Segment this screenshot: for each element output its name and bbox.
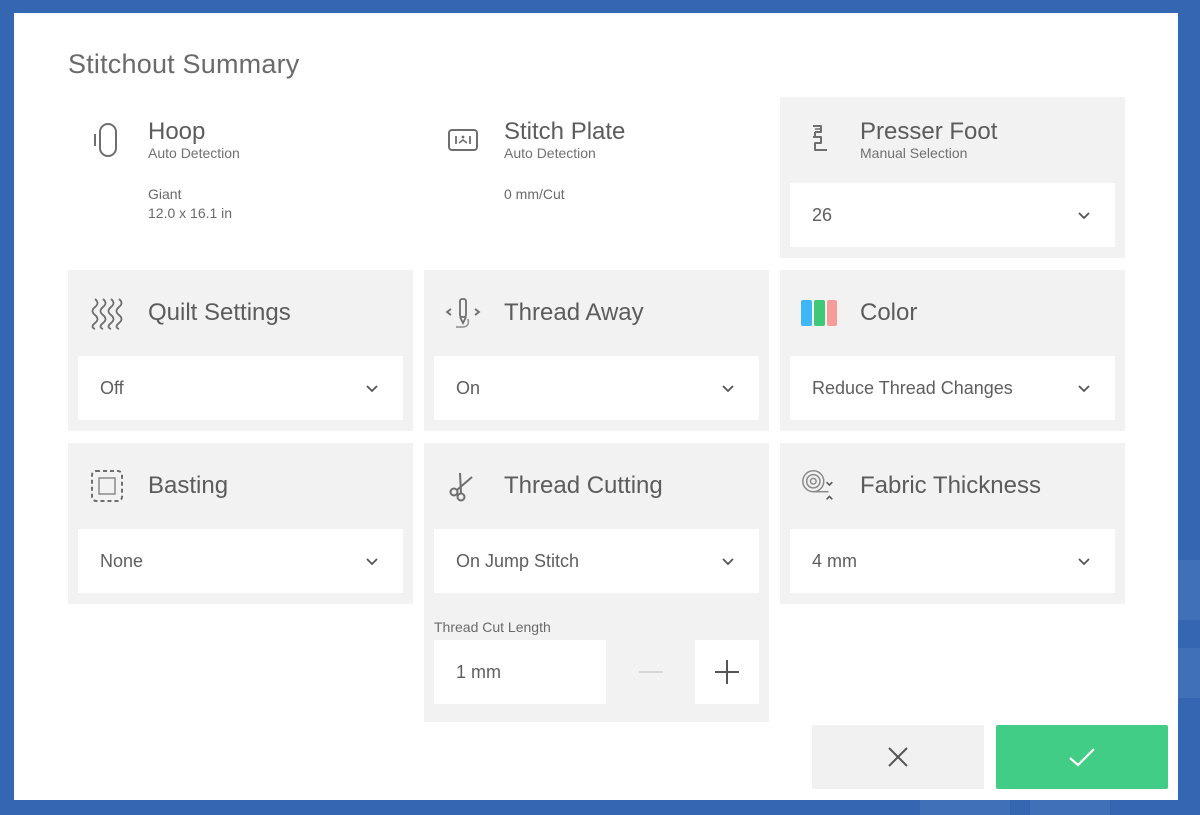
thread-away-title: Thread Away — [504, 299, 644, 326]
presser-foot-select[interactable]: 26 — [790, 183, 1115, 247]
minus-icon — [639, 671, 663, 673]
thread-away-card: Thread Away On — [424, 270, 769, 431]
scissors-icon — [444, 467, 482, 505]
presser-foot-title: Presser Foot — [860, 118, 998, 145]
chevron-down-icon — [366, 558, 378, 566]
thread-away-icon — [444, 294, 482, 332]
fabric-thickness-value: 4 mm — [812, 550, 857, 571]
hoop-title: Hoop — [148, 118, 206, 145]
quilt-settings-value: Off — [100, 377, 124, 398]
presser-foot-icon — [800, 121, 838, 159]
plus-icon — [715, 660, 739, 684]
quilt-settings-title: Quilt Settings — [148, 299, 291, 326]
stitchout-summary-dialog: Stitchout Summary Hoop Auto Detection Gi… — [14, 13, 1178, 800]
chevron-down-icon — [1078, 558, 1090, 566]
basting-title: Basting — [148, 472, 229, 499]
thread-cut-length-value: 1 mm — [456, 661, 501, 682]
basting-value: None — [100, 550, 144, 571]
basting-card: Basting None — [68, 443, 413, 604]
background-panel — [1178, 560, 1200, 620]
close-icon — [888, 747, 908, 767]
presser-foot-subtitle: Manual Selection — [860, 145, 968, 161]
background-panel — [920, 800, 1010, 815]
chevron-down-icon — [722, 385, 734, 393]
hoop-size-dims: 12.0 x 16.1 in — [148, 205, 233, 221]
quilt-settings-card: Quilt Settings Off — [68, 270, 413, 431]
chevron-down-icon — [722, 558, 734, 566]
thread-cutting-title: Thread Cutting — [504, 472, 663, 499]
thread-away-value: On — [456, 377, 481, 398]
presser-foot-value: 26 — [812, 204, 833, 225]
fabric-thickness-select[interactable]: 4 mm — [790, 529, 1115, 593]
thread-cut-length-label: Thread Cut Length — [434, 619, 551, 635]
decrement-button[interactable] — [619, 640, 683, 704]
dialog-title: Stitchout Summary — [68, 49, 300, 79]
stitch-plate-value: 0 mm/Cut — [504, 186, 565, 202]
fabric-thickness-card: Fabric Thickness 4 mm — [780, 443, 1125, 604]
thread-cutting-value: On Jump Stitch — [456, 550, 580, 571]
color-select[interactable]: Reduce Thread Changes — [790, 356, 1115, 420]
hoop-icon — [88, 121, 126, 159]
color-title: Color — [860, 299, 918, 326]
hoop-size-name: Giant — [148, 186, 182, 202]
background-panel — [1178, 648, 1200, 698]
color-card: Color Reduce Thread Changes — [780, 270, 1125, 431]
chevron-down-icon — [1078, 385, 1090, 393]
color-bars-icon — [800, 294, 838, 332]
increment-button[interactable] — [695, 640, 759, 704]
check-icon — [1069, 748, 1095, 767]
hoop-subtitle: Auto Detection — [148, 145, 240, 161]
basting-icon — [88, 467, 126, 505]
presser-foot-card: Presser Foot Manual Selection 26 — [780, 97, 1125, 258]
thread-away-select[interactable]: On — [434, 356, 759, 420]
thread-cut-length-input[interactable]: 1 mm — [434, 640, 606, 704]
fabric-thickness-title: Fabric Thickness — [860, 472, 1041, 499]
basting-select[interactable]: None — [78, 529, 403, 593]
hoop-section: Hoop Auto Detection Giant 12.0 x 16.1 in — [68, 97, 413, 257]
color-value: Reduce Thread Changes — [812, 377, 1013, 398]
stitch-plate-title: Stitch Plate — [504, 118, 626, 145]
cancel-button[interactable] — [812, 725, 984, 789]
thread-cutting-select[interactable]: On Jump Stitch — [434, 529, 759, 593]
quilt-icon — [88, 294, 126, 332]
stitch-plate-icon — [444, 121, 482, 159]
thread-cutting-card: Thread Cutting On Jump Stitch Thread Cut… — [424, 443, 769, 722]
fabric-roll-icon — [800, 467, 838, 505]
stitch-plate-section: Stitch Plate Auto Detection 0 mm/Cut — [424, 97, 769, 257]
chevron-down-icon — [366, 385, 378, 393]
stitch-plate-subtitle: Auto Detection — [504, 145, 596, 161]
chevron-down-icon — [1078, 212, 1090, 220]
background-panel — [1030, 800, 1110, 815]
confirm-button[interactable] — [996, 725, 1168, 789]
quilt-settings-select[interactable]: Off — [78, 356, 403, 420]
